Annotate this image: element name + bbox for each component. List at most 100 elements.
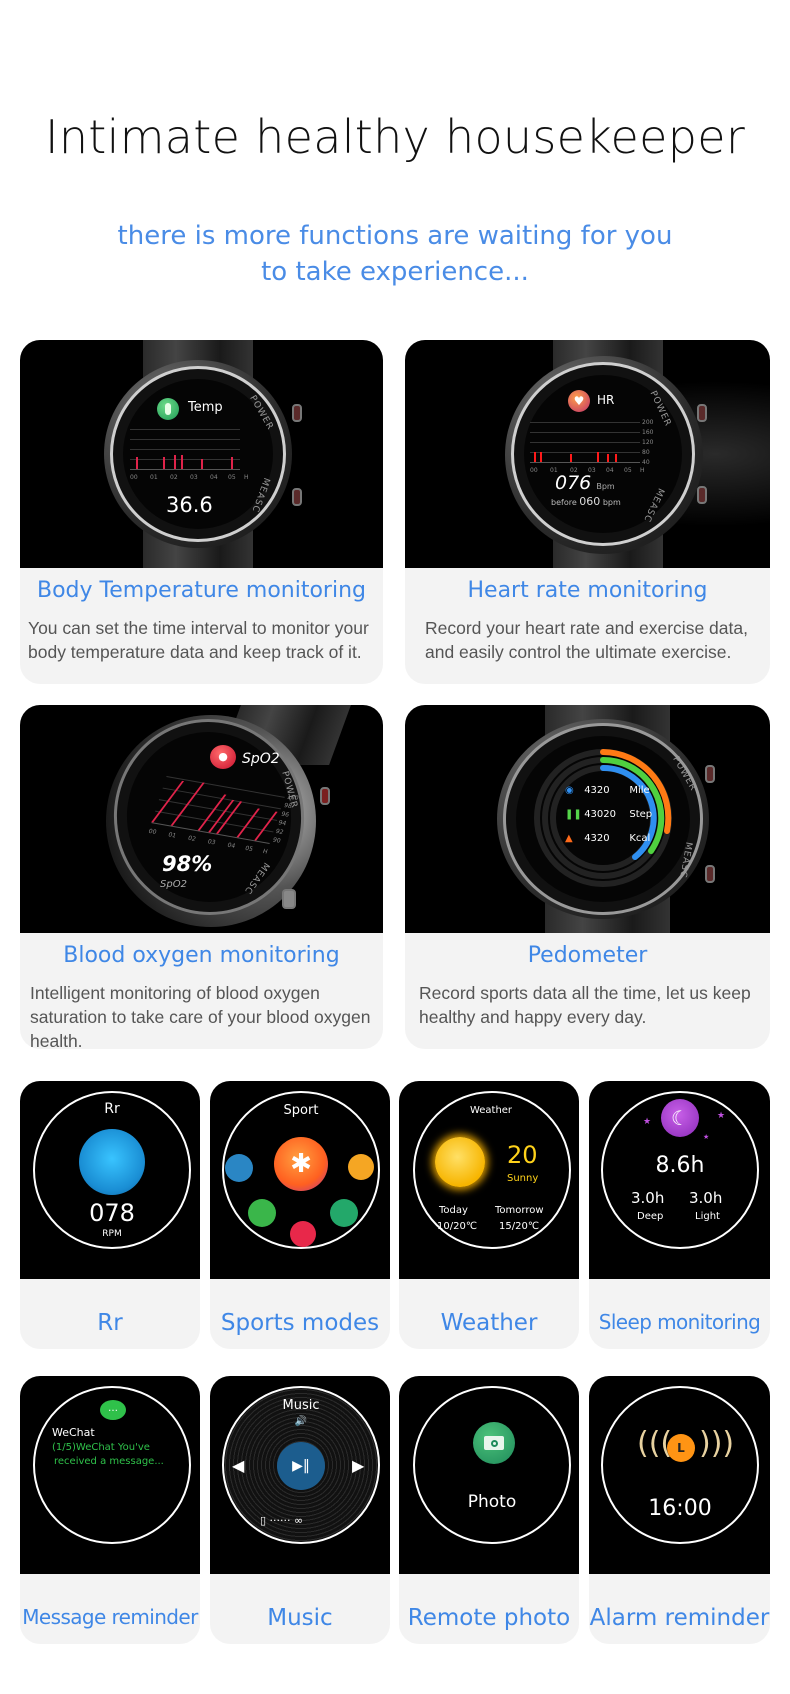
heart-icon: ♥ [568, 390, 590, 412]
calorie-unit: Kcal [629, 833, 651, 844]
mini-card-weather: Weather 20 Sunny Today 10/20℃ Tomorrow 1… [399, 1081, 579, 1349]
hr-before: before 060 bpm [551, 495, 621, 508]
y-tick: 200 [642, 419, 654, 426]
sun-icon [435, 1137, 485, 1187]
card-title: Sleep monitoring [598, 1310, 761, 1334]
rr-label: Rr [104, 1101, 120, 1117]
hr-bar [570, 454, 572, 462]
weather-condition: Sunny [507, 1173, 539, 1184]
calorie-value: 4320 [584, 833, 610, 844]
hr-value-number: 076 [555, 472, 592, 494]
hr-before-unit: bpm [602, 498, 621, 507]
weather-label: Weather [469, 1105, 513, 1116]
pedometer-row: ▲ 4320 Kcal [565, 833, 675, 844]
card-description: Record your heart rate and exercise data… [425, 618, 748, 662]
message-line-1: (1/5)WeChat You've [52, 1442, 150, 1453]
mini-card-rr: Rr 078 RPM Rr [20, 1081, 200, 1349]
watch-photo-heart-rate: POWER MEASC ♥ HR 200 160 120 80 40 00 01… [405, 340, 770, 568]
x-tick: 04 [226, 841, 237, 850]
feature-card-blood-oxygen: POWER MEASC ● SpO2 00 01 02 03 04 05 H 1… [20, 705, 383, 1049]
watch-screen-alarm: ((( ))) L 16:00 [589, 1376, 770, 1574]
card-title: Pedometer [527, 943, 648, 968]
hr-bar [607, 454, 609, 462]
step-unit: Step [629, 809, 653, 820]
mini-card-alarm-reminder: ((( ))) L 16:00 Alarm reminder [589, 1376, 770, 1644]
hr-before-value: 060 [579, 495, 601, 508]
mini-card-sports-modes: Sport ✱ Sports modes [210, 1081, 390, 1349]
hr-bar [597, 452, 599, 462]
hr-label: HR [597, 393, 615, 407]
y-tick: 160 [642, 429, 654, 436]
feature-card-body-temperature: POWER MEASC Temp 00 01 02 03 04 05 H 36.… [20, 340, 383, 684]
card-title: Music [267, 1605, 333, 1631]
temp-bar [181, 455, 183, 469]
mini-card-message-reminder: … WeChat (1/5)WeChat You've received a m… [20, 1376, 200, 1644]
watch-crown-measure [292, 488, 302, 506]
alarm-waves-right: ))) [699, 1426, 735, 1461]
x-tick: 03 [190, 474, 198, 481]
card-title: Heart rate monitoring [467, 578, 708, 603]
previous-track-button[interactable]: ◀ [232, 1456, 244, 1475]
x-tick: 02 [170, 474, 178, 481]
light-label: Light [695, 1211, 720, 1222]
alarm-time: 16:00 [648, 1496, 712, 1521]
temp-icon [157, 398, 179, 420]
temp-chart: 00 01 02 03 04 05 H [130, 425, 250, 485]
spo2-sub-label: SpO2 [160, 879, 187, 890]
basketball-icon [290, 1221, 316, 1247]
star-icon: ★ [703, 1133, 710, 1141]
hr-bar [540, 452, 542, 462]
x-tick: H [261, 848, 269, 856]
oxygen-drop-icon: ● [210, 745, 236, 769]
watch-screen-sleep: ☾ ★ ★ ★ 8.6h 3.0h 3.0h Deep Light [589, 1081, 770, 1279]
message-app-name: WeChat [52, 1426, 95, 1439]
subtitle-line-2: to take experience... [261, 257, 529, 287]
watch-crown-measure [697, 486, 707, 504]
photo-label: Photo [467, 1492, 517, 1512]
deep-label: Deep [637, 1211, 664, 1222]
subtitle-line-1: there is more functions are waiting for … [117, 221, 673, 251]
y-tick: 80 [642, 449, 650, 456]
today-label: Today [439, 1205, 468, 1216]
card-description: Intelligent monitoring of blood oxygen s… [30, 983, 371, 1049]
pedometer-row: ❚❚ 43020 Step [565, 809, 675, 820]
x-tick: H [640, 467, 645, 474]
y-tick: 120 [642, 439, 654, 446]
watch-crown-measure [705, 865, 715, 883]
x-tick: 04 [210, 474, 218, 481]
running-icon: ✱ [274, 1137, 328, 1191]
alarm-clock-icon: L [667, 1434, 695, 1462]
music-label: Music [282, 1398, 320, 1413]
hr-value-unit: Bpm [596, 482, 615, 491]
watch-outline [413, 1386, 571, 1544]
badminton-icon [348, 1154, 374, 1180]
card-title: Alarm reminder [589, 1605, 770, 1631]
watch-screen-music: Music 🔊 ▶‖ ◀ ▶ ▯ ······ ∞ [210, 1376, 390, 1574]
mini-card-remote-photo: Photo Remote photo [399, 1376, 579, 1644]
x-tick: 05 [244, 844, 254, 853]
temp-bar [231, 457, 233, 469]
watch-crown-power [705, 765, 715, 783]
spo2-value: 98% [162, 852, 213, 876]
rr-value: 078 [89, 1199, 135, 1227]
star-icon: ★ [717, 1111, 726, 1121]
temp-bar [163, 457, 165, 469]
wechat-chat-icon: … [100, 1400, 126, 1420]
tomorrow-range: 15/20℃ [499, 1221, 540, 1232]
next-track-button[interactable]: ▶ [352, 1456, 364, 1475]
card-description: Record sports data all the time, let us … [419, 983, 751, 1027]
watch-screen-rr: Rr 078 RPM [20, 1081, 200, 1279]
feature-card-pedometer: POWER MEASC ◉ 4320 Mile ❚❚ 43020 Step ▲ … [405, 705, 770, 1049]
watch-crown-power [697, 404, 707, 422]
card-title: Message reminder [22, 1605, 198, 1629]
play-pause-button[interactable]: ▶‖ [277, 1442, 325, 1490]
sleep-total: 8.6h [655, 1153, 705, 1178]
watch-photo-pedometer: POWER MEASC ◉ 4320 Mile ❚❚ 43020 Step ▲ … [405, 705, 770, 933]
watch-screen-sport: Sport ✱ [210, 1081, 390, 1279]
card-title: Sports modes [220, 1310, 380, 1336]
y-tick: 94 [277, 819, 288, 828]
temp-label: Temp [188, 400, 223, 415]
x-tick: 01 [150, 474, 158, 481]
watch-screen-message: … WeChat (1/5)WeChat You've received a m… [20, 1376, 200, 1574]
camera-icon [473, 1422, 515, 1464]
